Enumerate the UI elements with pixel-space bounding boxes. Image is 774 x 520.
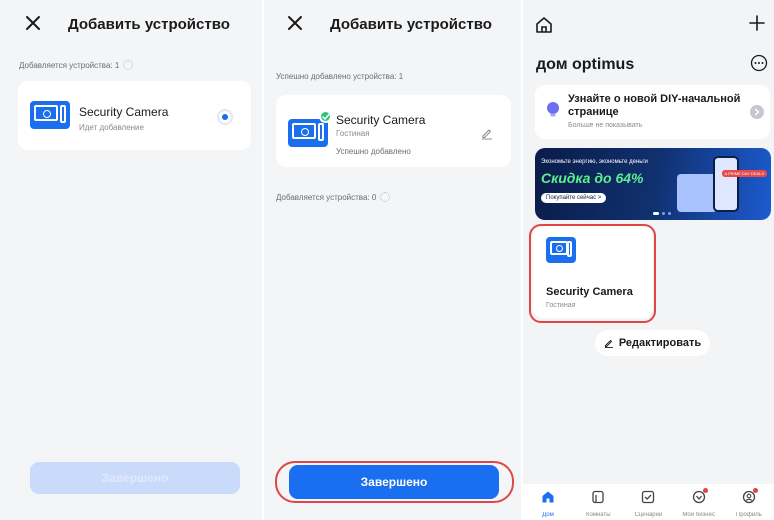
- adding-status-text: Добавляется устройства: 0: [276, 192, 377, 202]
- device-card: Security Camera Идет добавление: [18, 81, 251, 150]
- tab-shop[interactable]: Мой бизнес: [676, 484, 722, 520]
- tab-scene[interactable]: Сценарий: [625, 484, 671, 520]
- home-icon: [542, 491, 554, 503]
- edit-button[interactable]: Редактировать: [595, 330, 710, 356]
- tab-label: Мой бизнес: [682, 512, 715, 518]
- spinner-icon: [380, 192, 391, 202]
- rooms-icon: [592, 490, 604, 504]
- highlight-outline: [529, 224, 656, 323]
- edit-button-label: Редактировать: [618, 337, 702, 349]
- deal-tag: A PRIME DAY DEALS: [721, 170, 767, 177]
- pencil-icon[interactable]: [480, 126, 494, 140]
- promo-banner[interactable]: Экономьте энергию, экономьте деньги Скид…: [535, 148, 771, 220]
- add-device-screen-added: Добавить устройство Успешно добавлено ус…: [264, 0, 521, 520]
- banner-title: Скидка до 64%: [541, 170, 644, 186]
- adding-status: Добавляется устройства: 1: [19, 60, 134, 70]
- tip-hide-link[interactable]: Больше не показывать: [568, 122, 642, 129]
- tab-label: Профиль: [735, 512, 762, 518]
- close-icon[interactable]: [284, 12, 306, 34]
- tip-card[interactable]: Узнайте о новой DIY-начальной странице Б…: [535, 85, 770, 139]
- bottom-tab-bar: Дом Комнаты Сценарий Мой бизнес Профиль: [523, 484, 774, 520]
- home-icon[interactable]: [535, 16, 553, 34]
- spinner-icon: [123, 60, 134, 70]
- tab-label: Сценарий: [634, 512, 663, 518]
- phone-image: [713, 156, 739, 212]
- device-card: Security Camera Гостиная Успешно добавле…: [276, 95, 511, 167]
- tab-profile[interactable]: Профиль: [726, 484, 772, 520]
- device-status: Успешно добавлено: [336, 147, 411, 156]
- adding-status: Добавляется устройства: 0: [276, 192, 391, 202]
- more-icon[interactable]: [750, 54, 768, 72]
- camera-icon: [30, 101, 70, 129]
- carousel-dots: [653, 212, 671, 215]
- header: Добавить устройство: [0, 0, 262, 52]
- device-name: Security Camera: [336, 113, 426, 127]
- tab-label: Дом: [542, 512, 554, 518]
- pencil-icon: [604, 339, 613, 348]
- check-icon: [319, 110, 332, 123]
- tab-label: Комнаты: [586, 512, 611, 518]
- done-button[interactable]: Завершено: [289, 465, 499, 499]
- added-status: Успешно добавлено устройства: 1: [276, 72, 403, 81]
- device-room: Гостиная: [336, 129, 370, 138]
- add-device-screen-adding: Добавить устройство Добавляется устройст…: [0, 0, 262, 520]
- chevron-right-icon[interactable]: [750, 105, 764, 119]
- notification-dot: [702, 488, 708, 493]
- page-title: Добавить устройство: [68, 16, 230, 33]
- page-title: Добавить устройство: [330, 16, 492, 33]
- tab-rooms[interactable]: Комнаты: [575, 484, 621, 520]
- tip-text: Узнайте о новой DIY-начальной странице: [568, 93, 741, 118]
- scene-icon: [642, 490, 655, 504]
- camera-icon: [288, 119, 328, 147]
- device-name: Security Camera: [79, 105, 169, 119]
- close-icon[interactable]: [22, 12, 44, 34]
- adding-status-text: Добавляется устройства: 1: [19, 60, 120, 70]
- home-screen: дом optimus Узнайте о новой DIY-начально…: [523, 0, 774, 520]
- loading-icon: [217, 109, 233, 125]
- home-name[interactable]: дом optimus: [536, 56, 634, 74]
- done-button[interactable]: Завершено: [30, 462, 240, 494]
- shop-now-button[interactable]: Покупайте сейчас >: [541, 193, 607, 203]
- add-icon[interactable]: [748, 14, 766, 32]
- device-status: Идет добавление: [79, 123, 144, 132]
- lightbulb-icon: [546, 101, 560, 119]
- added-status-text: Успешно добавлено устройства: 1: [276, 72, 404, 81]
- banner-subtitle: Экономьте энергию, экономьте деньги: [541, 159, 648, 165]
- notification-dot: [752, 488, 758, 493]
- tab-home[interactable]: Дом: [525, 484, 571, 520]
- tablet-image: [677, 174, 717, 212]
- header: Добавить устройство: [264, 0, 521, 52]
